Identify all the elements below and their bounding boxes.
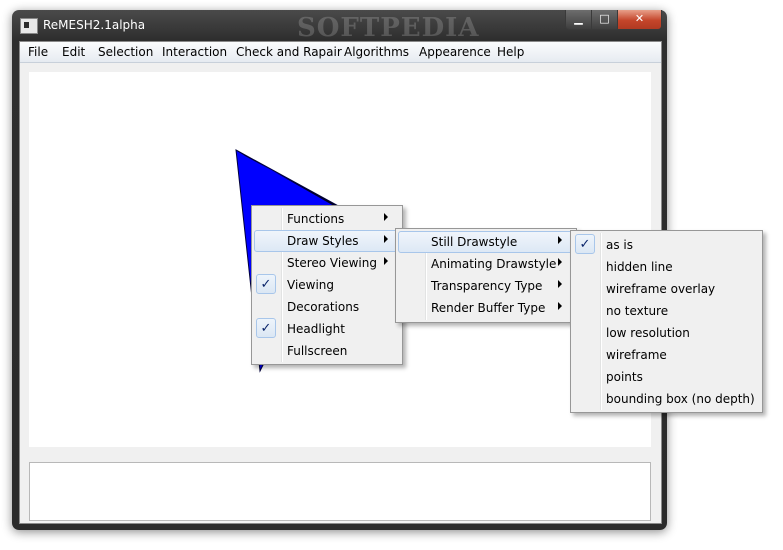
submenu-arrow-icon [384,213,388,221]
menu-item-stereo-viewing[interactable]: Stereo Viewing [254,252,400,274]
menu-item-label: hidden line [606,260,673,274]
menu-item-as-is[interactable]: ✓ as is [573,234,760,256]
menu-help[interactable]: Help [497,45,524,59]
submenu-arrow-icon [558,302,562,310]
window-title: ReMESH2.1alpha [43,18,146,32]
menu-item-bounding-box[interactable]: bounding box (no depth) [573,388,760,410]
menu-item-label: wireframe overlay [606,282,716,296]
menu-item-no-texture[interactable]: no texture [573,300,760,322]
minimize-icon: ▁ [574,12,583,25]
menu-item-headlight[interactable]: ✓ Headlight [254,318,400,340]
checkmark-icon: ✓ [575,234,595,254]
menu-item-label: Headlight [287,322,345,336]
menu-item-label: Decorations [287,300,360,314]
close-button[interactable]: ✕ [617,10,662,30]
menu-item-label: Still Drawstyle [431,235,518,249]
checkmark-icon: ✓ [256,318,276,338]
submenu-arrow-icon [558,236,562,244]
submenu-arrow-icon [558,258,562,266]
menu-item-label: as is [606,238,634,252]
menu-item-label: Animating Drawstyle [431,257,557,271]
submenu-arrow-icon [384,257,388,265]
menu-appearence[interactable]: Appearence [419,45,491,59]
menu-item-draw-styles[interactable]: Draw Styles [254,230,400,252]
maximize-button[interactable]: □ [591,10,618,30]
menu-item-render-buffer-type[interactable]: Render Buffer Type [398,297,574,319]
app-icon[interactable] [20,18,38,34]
menu-item-functions[interactable]: Functions [254,208,400,230]
menu-item-fullscreen[interactable]: Fullscreen [254,340,400,362]
menu-item-wireframe-overlay[interactable]: wireframe overlay [573,278,760,300]
menu-check-and-repair[interactable]: Check and Rapair [236,45,342,59]
menu-interaction[interactable]: Interaction [162,45,227,59]
menu-item-label: Draw Styles [287,234,359,248]
menu-item-low-resolution[interactable]: low resolution [573,322,760,344]
menu-item-animating-drawstyle[interactable]: Animating Drawstyle [398,253,574,275]
menu-item-decorations[interactable]: Decorations [254,296,400,318]
menu-algorithms[interactable]: Algorithms [344,45,409,59]
title-bar[interactable]: ReMESH2.1alpha SOFTPEDIA ▁ □ ✕ [12,10,667,43]
menu-item-label: Viewing [287,278,335,292]
submenu-arrow-icon [384,235,388,243]
minimize-button[interactable]: ▁ [565,10,592,30]
menu-item-points[interactable]: points [573,366,760,388]
context-menu: Functions Draw Styles Stereo Viewing ✓ V… [251,205,403,365]
log-panel[interactable] [29,462,651,521]
menu-item-still-drawstyle[interactable]: Still Drawstyle [398,231,574,253]
checkmark-icon: ✓ [256,274,276,294]
menu-item-label: no texture [606,304,669,318]
menu-edit[interactable]: Edit [62,45,85,59]
menu-item-label: Stereo Viewing [287,256,377,270]
draw-styles-submenu: Still Drawstyle Animating Drawstyle Tran… [395,228,577,323]
menu-item-transparency-type[interactable]: Transparency Type [398,275,574,297]
maximize-icon: □ [599,12,610,25]
menu-item-hidden-line[interactable]: hidden line [573,256,760,278]
close-icon: ✕ [634,12,645,25]
caption-buttons: ▁ □ ✕ [565,10,662,30]
menu-item-label: wireframe [606,348,667,362]
menu-file[interactable]: File [28,45,48,59]
menu-item-label: Transparency Type [431,279,543,293]
menu-item-viewing[interactable]: ✓ Viewing [254,274,400,296]
menu-item-wireframe[interactable]: wireframe [573,344,760,366]
menu-item-label: low resolution [606,326,690,340]
menu-item-label: bounding box (no depth) [606,392,755,406]
menu-selection[interactable]: Selection [98,45,153,59]
menu-item-label: points [606,370,643,384]
menu-item-label: Fullscreen [287,344,348,358]
menu-bar: File Edit Selection Interaction Check an… [20,42,661,63]
menu-item-label: Render Buffer Type [431,301,546,315]
menu-item-label: Functions [287,212,345,226]
still-drawstyle-submenu: ✓ as is hidden line wireframe overlay no… [570,230,763,413]
watermark: SOFTPEDIA [297,13,480,43]
submenu-arrow-icon [558,280,562,288]
